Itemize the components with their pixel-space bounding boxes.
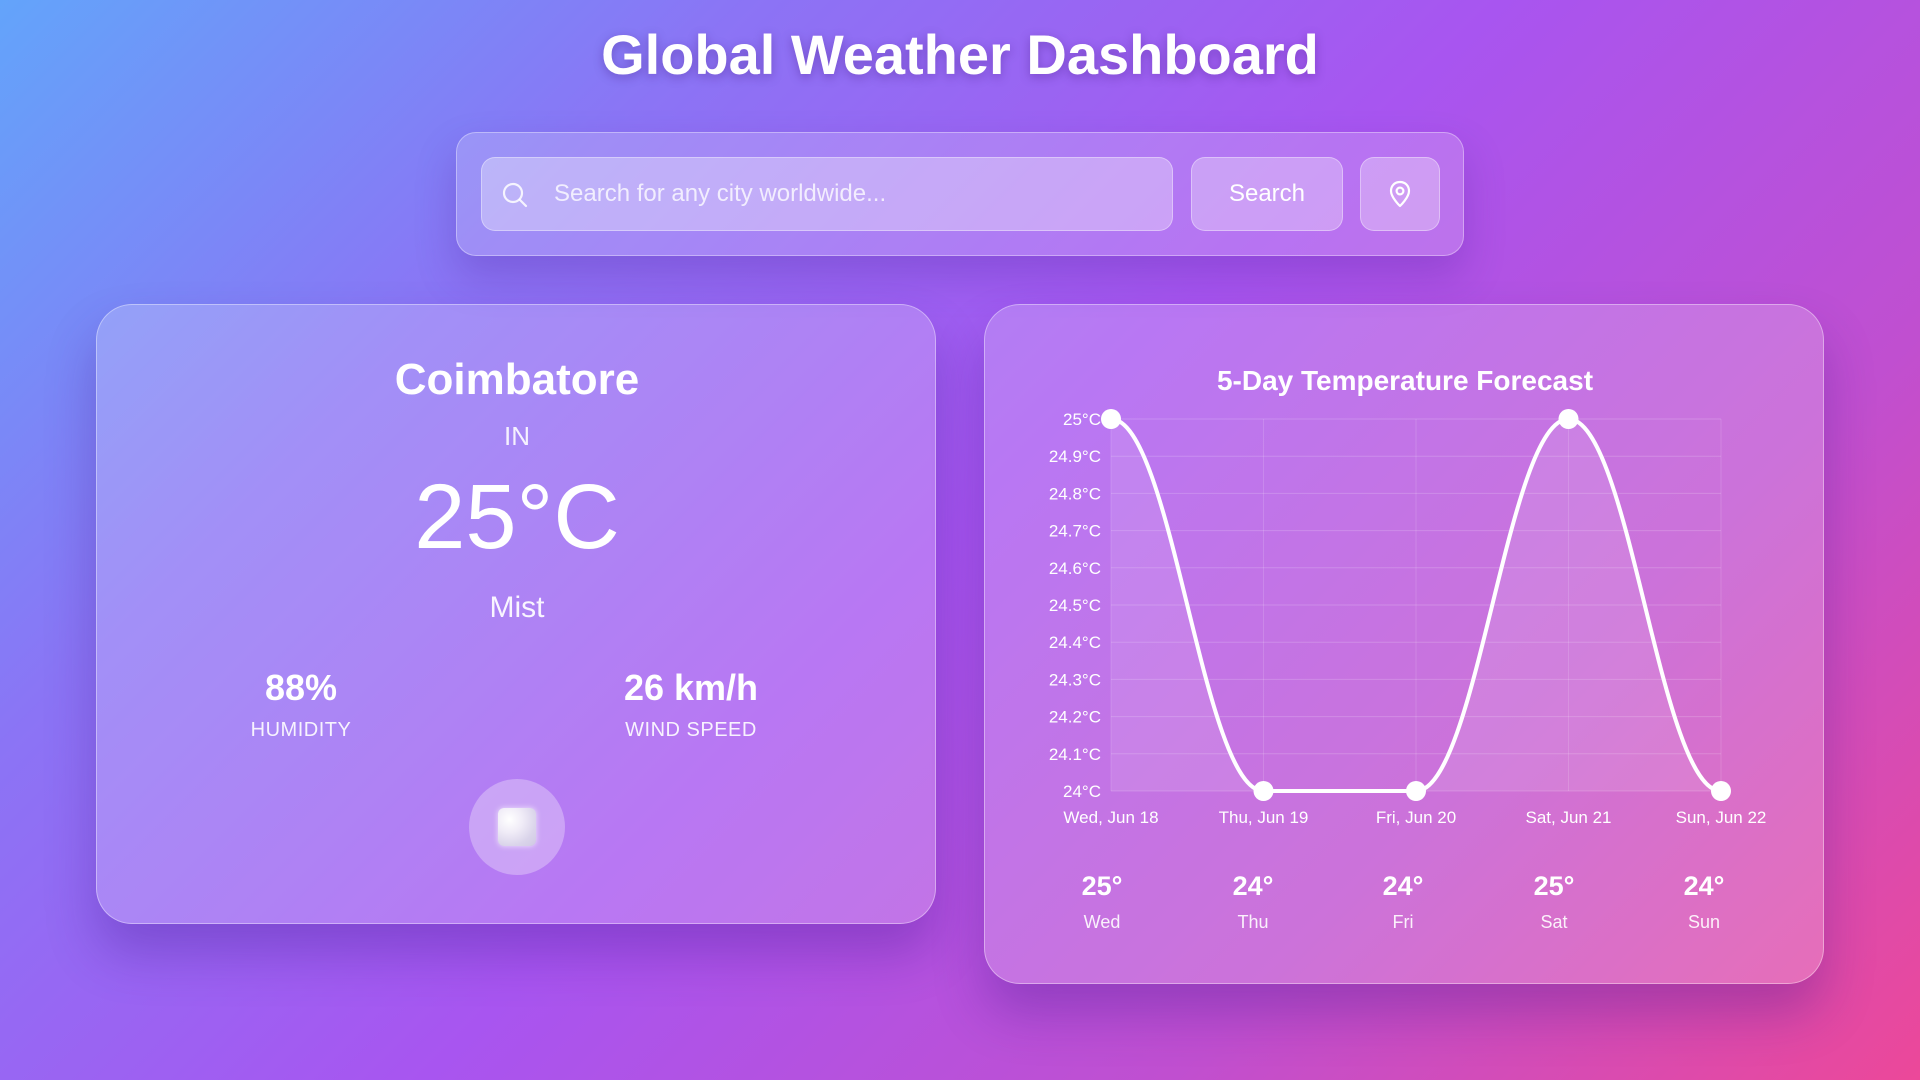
humidity-stat: 88% HUMIDITY bbox=[141, 667, 461, 742]
y-tick-label: 25°C bbox=[1063, 410, 1101, 429]
forecast-day-temp: 24° bbox=[1683, 871, 1725, 901]
wind-stat: 26 km/h WIND SPEED bbox=[531, 667, 851, 742]
x-tick-label: Sat, Jun 21 bbox=[1525, 808, 1611, 827]
forecast-day: 25° Wed bbox=[1042, 871, 1162, 933]
forecast-day-temp: 24° bbox=[1232, 871, 1274, 901]
current-temperature: 25°C bbox=[414, 466, 620, 568]
x-tick-label: Sun, Jun 22 bbox=[1676, 808, 1767, 827]
y-tick-label: 24.1°C bbox=[1049, 745, 1101, 764]
forecast-day-temp: 25° bbox=[1533, 871, 1575, 901]
data-point bbox=[1711, 781, 1731, 801]
data-point bbox=[1558, 409, 1579, 429]
forecast-day-temp: 25° bbox=[1081, 871, 1123, 901]
forecast-day: 24° Fri bbox=[1343, 871, 1463, 933]
forecast-day-name: Thu bbox=[1237, 912, 1269, 932]
forecast-day-temp: 24° bbox=[1382, 871, 1424, 901]
data-point bbox=[1406, 781, 1426, 801]
y-tick-label: 24.6°C bbox=[1049, 559, 1101, 578]
y-tick-label: 24.4°C bbox=[1049, 633, 1101, 652]
mist-icon bbox=[498, 808, 536, 846]
search-icon bbox=[502, 182, 528, 208]
forecast-day-name: Sun bbox=[1687, 912, 1721, 932]
weather-icon-bubble bbox=[469, 779, 565, 875]
search-button[interactable]: Search bbox=[1191, 157, 1343, 231]
search-input[interactable]: Search for any city worldwide... bbox=[481, 157, 1173, 231]
forecast-day: 24° Thu bbox=[1193, 871, 1313, 933]
x-tick-label: Wed, Jun 18 bbox=[1063, 808, 1158, 827]
data-point bbox=[1253, 781, 1274, 801]
forecast-card: 5-Day Temperature Forecast 24°C 24.1°C 24.… bbox=[984, 304, 1824, 984]
humidity-label: HUMIDITY bbox=[250, 719, 352, 741]
search-placeholder: Search for any city worldwide... bbox=[554, 180, 887, 207]
current-location-button[interactable] bbox=[1360, 157, 1440, 231]
forecast-day-name: Fri bbox=[1392, 912, 1414, 932]
humidity-value: 88% bbox=[264, 667, 338, 708]
data-point bbox=[1101, 409, 1121, 429]
y-tick-label: 24.2°C bbox=[1049, 708, 1101, 727]
location-pin-icon bbox=[1389, 180, 1411, 208]
current-weather-card: Coimbatore IN 25°C Mist 88% HUMIDITY 26 … bbox=[96, 304, 936, 924]
wind-label: WIND SPEED bbox=[625, 719, 757, 741]
country-code: IN bbox=[504, 421, 530, 451]
search-panel: Search for any city worldwide... Search bbox=[456, 132, 1464, 256]
y-tick-label: 24.5°C bbox=[1049, 596, 1101, 615]
city-name: Coimbatore bbox=[394, 355, 640, 404]
x-tick-label: Thu, Jun 19 bbox=[1219, 808, 1309, 827]
y-tick-label: 24.9°C bbox=[1049, 447, 1101, 466]
wind-value: 26 km/h bbox=[623, 667, 759, 708]
y-tick-label: 24.3°C bbox=[1049, 670, 1101, 689]
y-tick-label: 24°C bbox=[1063, 782, 1101, 801]
forecast-day: 25° Sat bbox=[1494, 871, 1614, 933]
y-tick-label: 24.7°C bbox=[1049, 522, 1101, 541]
y-tick-label: 24.8°C bbox=[1049, 484, 1101, 503]
forecast-day: 24° Sun bbox=[1644, 871, 1764, 933]
forecast-day-name: Wed bbox=[1083, 912, 1121, 932]
weather-description: Mist bbox=[489, 591, 545, 624]
page-title: Global Weather Dashboard bbox=[601, 23, 1319, 86]
x-tick-label: Fri, Jun 20 bbox=[1376, 808, 1456, 827]
forecast-day-name: Sat bbox=[1540, 912, 1568, 932]
